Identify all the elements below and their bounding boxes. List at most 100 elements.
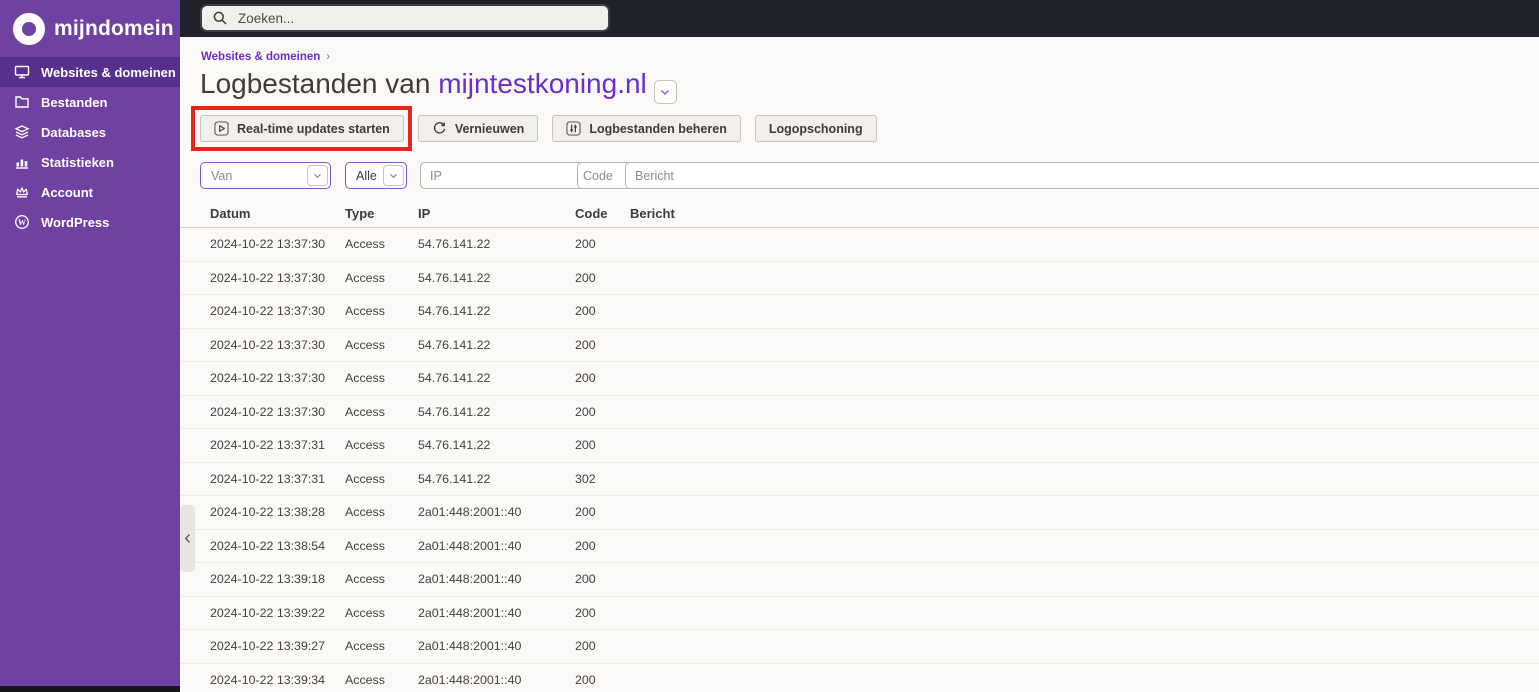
table-row: 2024-10-22 13:37:30 Access 54.76.141.22 … xyxy=(180,329,1539,362)
cell-ip: 2a01:448:2001::40 xyxy=(418,605,522,620)
log-cleanup-label: Logopschoning xyxy=(768,121,863,136)
search-input[interactable] xyxy=(236,9,598,27)
sidebar-item-databases[interactable]: Databases xyxy=(0,117,180,147)
global-search[interactable] xyxy=(200,4,610,32)
table-row: 2024-10-22 13:37:30 Access 54.76.141.22 … xyxy=(180,396,1539,429)
date-from-dropdown-button[interactable] xyxy=(307,165,328,186)
log-table-header: Datum Type IP Code Bericht xyxy=(180,200,1539,228)
cell-ip: 54.76.141.22 xyxy=(418,471,491,486)
refresh-button[interactable]: Vernieuwen xyxy=(417,115,539,142)
cell-code: 200 xyxy=(575,639,596,653)
type-filter-dropdown-button[interactable] xyxy=(383,165,404,186)
table-row: 2024-10-22 13:37:30 Access 54.76.141.22 … xyxy=(180,228,1539,262)
table-row: 2024-10-22 13:38:54 Access 2a01:448:2001… xyxy=(180,530,1539,563)
cell-code: 200 xyxy=(575,438,596,452)
cell-ip: 2a01:448:2001::40 xyxy=(418,639,522,653)
cell-code: 200 xyxy=(575,371,596,385)
type-filter-value: Alle xyxy=(356,168,377,183)
brand-name: mijndomein xyxy=(54,16,174,40)
cell-type: Access xyxy=(345,371,385,385)
cell-type: Access xyxy=(345,237,385,251)
cell-type: Access xyxy=(345,270,385,285)
chevron-down-icon xyxy=(661,89,670,95)
chevron-down-icon xyxy=(390,173,397,178)
svg-text:W: W xyxy=(18,218,26,227)
type-filter-select[interactable]: Alle xyxy=(345,162,407,189)
message-filter-input[interactable] xyxy=(625,162,1539,189)
cell-code: 200 xyxy=(575,237,596,251)
monitor-icon xyxy=(14,64,30,80)
cell-ip: 2a01:448:2001::40 xyxy=(418,505,522,519)
cell-datum: 2024-10-22 13:39:27 xyxy=(210,639,326,653)
cell-type: Access xyxy=(345,639,385,653)
cell-ip: 54.76.141.22 xyxy=(418,404,491,419)
cell-type: Access xyxy=(345,404,385,419)
realtime-updates-button[interactable]: Real-time updates starten xyxy=(200,115,404,142)
cell-datum: 2024-10-22 13:37:30 xyxy=(210,404,326,419)
cell-datum: 2024-10-22 13:37:31 xyxy=(210,471,326,486)
column-header-datum: Datum xyxy=(210,206,251,221)
search-icon xyxy=(212,10,228,26)
cell-ip: 54.76.141.22 xyxy=(418,438,491,452)
chevron-left-icon xyxy=(184,534,190,543)
sidebar-item-account[interactable]: Account xyxy=(0,177,180,207)
table-row: 2024-10-22 13:37:30 Access 54.76.141.22 … xyxy=(180,262,1539,295)
sidebar-item-websites-domeinen[interactable]: Websites & domeinen xyxy=(0,57,180,87)
sidebar-item-label: Bestanden xyxy=(41,94,108,110)
breadcrumb-link[interactable]: Websites & domeinen xyxy=(201,51,320,63)
cell-code: 200 xyxy=(575,672,596,687)
filter-row: Van Alle xyxy=(180,162,1539,190)
table-row: 2024-10-22 13:37:31 Access 54.76.141.22 … xyxy=(180,429,1539,463)
toolbar: Real-time updates starten Vernieuwen Log… xyxy=(191,106,877,151)
column-header-ip: IP xyxy=(418,206,431,221)
manage-logs-button[interactable]: Logbestanden beheren xyxy=(552,115,741,142)
page-title-prefix: Logbestanden van xyxy=(200,68,439,99)
cell-code: 200 xyxy=(575,404,596,419)
cell-datum: 2024-10-22 13:37:31 xyxy=(210,438,326,452)
column-header-code: Code xyxy=(575,206,608,221)
cell-datum: 2024-10-22 13:37:30 xyxy=(210,304,326,318)
main-content: Websites & domeinen › Logbestanden van mi… xyxy=(180,37,1539,692)
refresh-icon xyxy=(432,121,447,136)
breadcrumb[interactable]: Websites & domeinen › xyxy=(201,51,330,63)
sidebar-item-wordpress[interactable]: W WordPress xyxy=(0,207,180,237)
sidebar-item-label: WordPress xyxy=(41,214,110,230)
sidebar-item-statistieken[interactable]: Statistieken xyxy=(0,147,180,177)
domain-dropdown-button[interactable] xyxy=(653,80,677,104)
table-row: 2024-10-22 13:37:30 Access 54.76.141.22 … xyxy=(180,362,1539,396)
play-icon xyxy=(214,121,229,136)
manage-logs-label: Logbestanden beheren xyxy=(589,121,727,136)
column-header-bericht: Bericht xyxy=(630,206,675,221)
sidebar-item-label: Statistieken xyxy=(41,154,114,170)
cell-code: 200 xyxy=(575,304,596,318)
cell-ip: 2a01:448:2001::40 xyxy=(418,572,522,586)
cell-datum: 2024-10-22 13:39:34 xyxy=(210,672,326,687)
cell-ip: 54.76.141.22 xyxy=(418,237,491,251)
cell-type: Access xyxy=(345,471,385,486)
cell-ip: 2a01:448:2001::40 xyxy=(418,672,522,687)
realtime-updates-label: Real-time updates starten xyxy=(237,121,390,136)
bar-chart-icon xyxy=(14,154,30,170)
sidebar: mijndomein Websites & domeinen Bestanden… xyxy=(0,0,180,692)
table-row: 2024-10-22 13:37:30 Access 54.76.141.22 … xyxy=(180,295,1539,329)
cell-code: 200 xyxy=(575,605,596,620)
sidebar-item-bestanden[interactable]: Bestanden xyxy=(0,87,180,117)
folder-icon xyxy=(14,94,30,110)
cell-type: Access xyxy=(345,572,385,586)
cell-datum: 2024-10-22 13:39:18 xyxy=(210,572,326,586)
date-from-filter[interactable]: Van xyxy=(200,162,331,189)
sidebar-collapse-handle[interactable] xyxy=(180,505,195,572)
breadcrumb-separator: › xyxy=(326,51,331,63)
cell-datum: 2024-10-22 13:38:54 xyxy=(210,538,326,553)
brand-logo[interactable]: mijndomein xyxy=(0,0,180,57)
log-cleanup-button[interactable]: Logopschoning xyxy=(754,115,877,142)
log-table-body: 2024-10-22 13:37:30 Access 54.76.141.22 … xyxy=(180,228,1539,692)
cell-type: Access xyxy=(345,672,385,687)
sidebar-footer-strip xyxy=(0,686,180,692)
table-row: 2024-10-22 13:39:34 Access 2a01:448:2001… xyxy=(180,664,1539,692)
cell-type: Access xyxy=(345,337,385,352)
page-title-domain: mijntestkoning.nl xyxy=(438,68,647,99)
cell-type: Access xyxy=(345,505,385,519)
sidebar-item-label: Databases xyxy=(41,124,107,140)
sidebar-item-label: Websites & domeinen xyxy=(41,64,176,80)
